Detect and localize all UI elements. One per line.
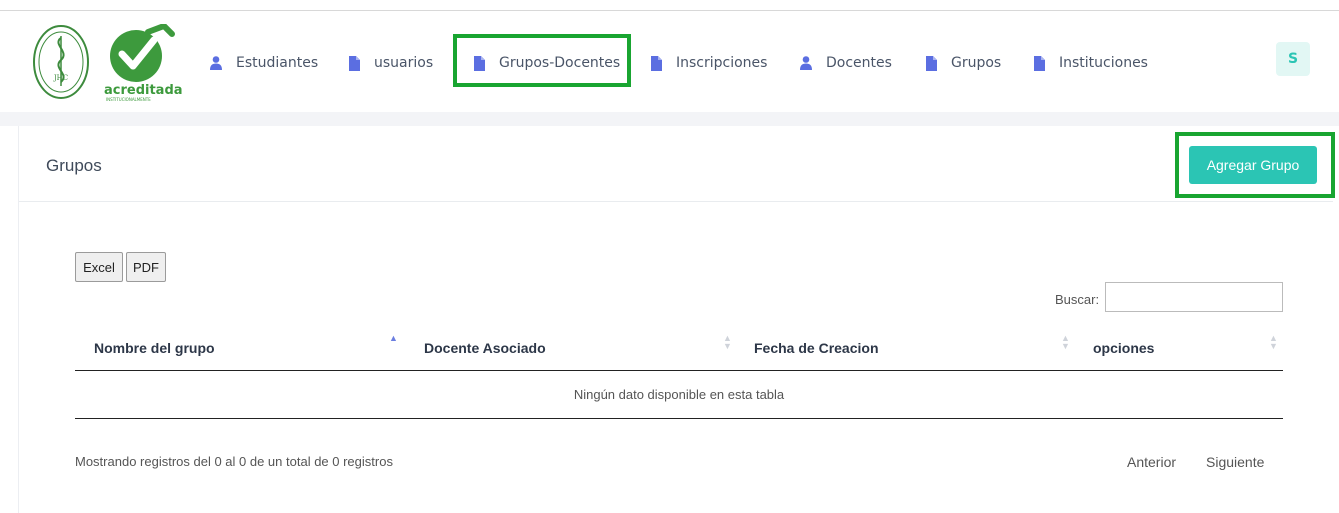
user-icon: [800, 56, 812, 70]
column-header-docente[interactable]: Docente Asociado: [424, 340, 546, 356]
document-icon: [474, 55, 485, 71]
add-button-highlight: Agregar Grupo: [1175, 132, 1335, 198]
nav-item-label: Inscripciones: [676, 55, 768, 71]
grupos-card: Grupos Agregar Grupo Excel PDF Buscar: N…: [18, 126, 1335, 513]
institution-seal-logo: JHC: [33, 25, 89, 99]
sort-asc-icon[interactable]: ▲: [389, 334, 398, 343]
export-excel-button[interactable]: Excel: [75, 252, 123, 282]
document-icon: [349, 55, 360, 71]
nav-item-grupos-docentes[interactable]: Grupos-Docentes: [474, 50, 620, 76]
svg-text:JHC: JHC: [53, 74, 68, 82]
search-input[interactable]: [1105, 282, 1283, 312]
page-title: Grupos: [46, 156, 102, 175]
column-header-opciones[interactable]: opciones: [1093, 340, 1154, 356]
nav-item-instituciones[interactable]: Instituciones: [1034, 50, 1148, 76]
sort-both-icon[interactable]: ▲ ▼: [1061, 334, 1070, 351]
pagination-next[interactable]: Siguiente: [1206, 454, 1264, 470]
svg-text:INSTITUCIONALMENTE: INSTITUCIONALMENTE: [106, 97, 151, 102]
nav-item-label: Estudiantes: [236, 55, 319, 71]
document-icon: [651, 55, 662, 71]
nav-item-label: usuarios: [374, 55, 434, 71]
user-avatar[interactable]: S: [1276, 42, 1310, 76]
nav-item-usuarios[interactable]: usuarios: [349, 50, 433, 76]
nav-item-inscripciones[interactable]: Inscripciones: [651, 50, 767, 76]
document-icon: [926, 55, 937, 71]
search-label: Buscar:: [1055, 292, 1100, 307]
user-icon: [210, 56, 222, 70]
page-background-strip: [0, 112, 1339, 126]
top-divider: [0, 10, 1339, 11]
navbar: JHC acreditada INSTITUCIONALMENTE Estudi…: [18, 12, 1332, 112]
column-header-fecha[interactable]: Fecha de Creacion: [754, 340, 879, 356]
acreditada-logo: acreditada INSTITUCIONALMENTE: [104, 24, 183, 102]
nav-item-estudiantes[interactable]: Estudiantes: [210, 50, 318, 76]
card-header: Grupos Agregar Grupo: [19, 126, 1335, 202]
nav-item-label: Docentes: [826, 55, 892, 71]
document-icon: [1034, 55, 1045, 71]
nav-item-grupos[interactable]: Grupos: [926, 50, 1001, 76]
nav-item-label: Grupos: [951, 55, 1002, 71]
pagination-previous[interactable]: Anterior: [1127, 454, 1176, 470]
nav-item-label: Instituciones: [1059, 55, 1148, 71]
logo-group: JHC acreditada INSTITUCIONALMENTE: [32, 24, 192, 104]
table-info-text: Mostrando registros del 0 al 0 de un tot…: [75, 454, 393, 469]
nav-item-docentes[interactable]: Docentes: [800, 50, 892, 76]
svg-text:acreditada: acreditada: [104, 83, 183, 98]
nav-item-label: Grupos-Docentes: [499, 55, 621, 71]
sort-both-icon[interactable]: ▲ ▼: [723, 334, 732, 351]
export-pdf-button[interactable]: PDF: [126, 252, 166, 282]
column-header-nombre[interactable]: Nombre del grupo: [94, 340, 215, 356]
add-group-button[interactable]: Agregar Grupo: [1189, 146, 1317, 184]
table-empty-row: Ningún dato disponible en esta tabla: [573, 386, 785, 402]
table-footer-rule: [75, 418, 1283, 419]
sort-both-icon[interactable]: ▲ ▼: [1269, 334, 1278, 351]
